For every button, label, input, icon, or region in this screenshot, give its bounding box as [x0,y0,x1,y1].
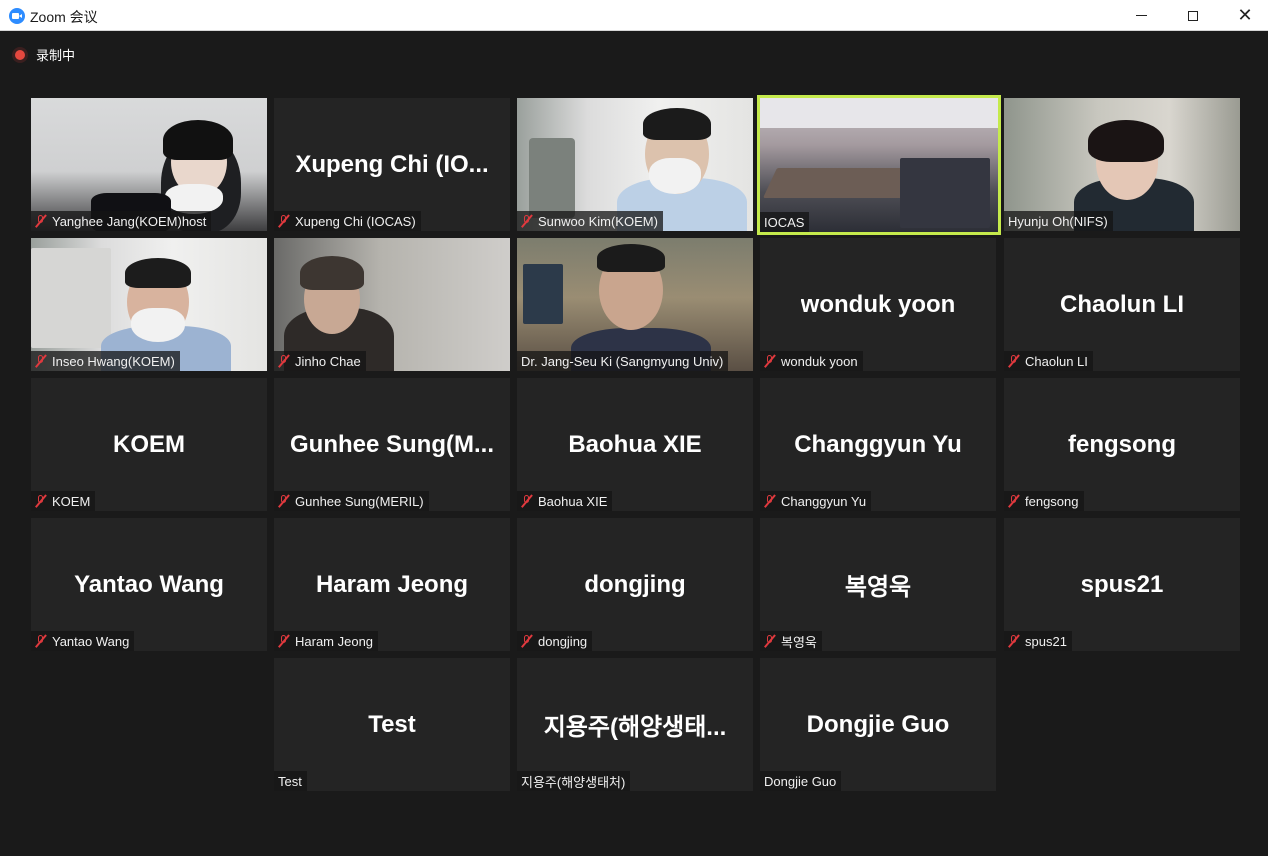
mic-muted-icon [278,494,290,508]
participant-name-label: Sunwoo Kim(KOEM) [517,211,663,231]
mic-muted-icon [35,354,47,368]
participant-tile[interactable]: Haram Jeong Haram Jeong [274,518,510,651]
participant-name: Xupeng Chi (IOCAS) [295,213,416,229]
participant-name: Yanghee Jang(KOEM)host [52,213,207,229]
window-title: Zoom 会议 [30,9,98,25]
participant-name-label: Dr. Jang-Seu Ki (Sangmyung Univ) [517,351,729,371]
participant-tile-active-speaker[interactable]: IOCAS [757,95,1001,235]
mic-muted-icon [1008,494,1020,508]
participant-name: spus21 [1025,633,1067,649]
mic-muted-icon [1008,354,1020,368]
mic-muted-icon [35,494,47,508]
recording-indicator[interactable]: 录制中 [12,45,75,64]
participant-name: dongjing [538,633,588,649]
participant-tile[interactable]: Hyunju Oh(NIFS) [1004,98,1240,231]
participant-tile[interactable]: Yanghee Jang(KOEM)host [31,98,267,231]
participant-name-label: Gunhee Sung(MERIL) [274,491,429,511]
participant-name-label: Changgyun Yu [760,491,872,511]
mic-muted-icon [35,634,47,648]
participant-name-label: wonduk yoon [760,351,863,371]
participant-name-label: Haram Jeong [274,631,379,651]
participant-tile[interactable]: Xupeng Chi (IO... Xupeng Chi (IOCAS) [274,98,510,231]
participant-name-label: dongjing [517,631,593,651]
participant-name: wonduk yoon [781,353,858,369]
participant-tile[interactable]: Test Test [274,658,510,791]
participant-name-label: Dongjie Guo [760,771,842,791]
mic-muted-icon [521,214,533,228]
participant-tile[interactable]: spus21 spus21 [1004,518,1240,651]
participant-name-label: IOCAS [760,212,810,232]
zoom-app-icon [9,8,25,24]
participant-tile[interactable]: 복영욱 복영욱 [760,518,996,651]
participant-name: Jinho Chae [295,353,361,369]
participant-display-name: Test [368,710,416,738]
mic-muted-icon [521,634,533,648]
participant-tile[interactable]: dongjing dongjing [517,518,753,651]
mic-muted-icon [521,494,533,508]
participant-name-label: Test [274,771,307,791]
participant-name: Yantao Wang [52,633,130,649]
participant-name: Dr. Jang-Seu Ki (Sangmyung Univ) [521,353,724,369]
participant-name: Gunhee Sung(MERIL) [295,493,424,509]
title-bar: Zoom 会议 ✕ [0,0,1268,31]
participant-name: Changgyun Yu [781,493,867,509]
participant-name: 지용주(해양생태처) [521,774,626,790]
mic-muted-icon [764,494,776,508]
participant-tile[interactable]: Inseo Hwang(KOEM) [31,238,267,371]
participant-tile[interactable]: 지용주(해양생태... 지용주(해양생태처) [517,658,753,791]
participant-tile[interactable]: Yantao Wang Yantao Wang [31,518,267,651]
mic-muted-icon [764,634,776,648]
participant-name-label: Chaolun LI [1004,351,1093,371]
close-icon: ✕ [1237,4,1253,26]
participant-tile[interactable]: Sunwoo Kim(KOEM) [517,98,753,231]
participant-name-label: Baohua XIE [517,491,613,511]
participant-tile[interactable]: KOEM KOEM [31,378,267,511]
participant-tile[interactable]: wonduk yoon wonduk yoon [760,238,996,371]
participant-name: Haram Jeong [295,633,374,649]
participant-name-label: Hyunju Oh(NIFS) [1004,211,1113,231]
participant-tile[interactable]: Chaolun LI Chaolun LI [1004,238,1240,371]
participant-name: Dongjie Guo [764,773,837,789]
minimize-button[interactable] [1118,0,1164,31]
participant-name-label: 복영욱 [760,631,822,651]
mic-muted-icon [764,354,776,368]
participant-tile[interactable]: Baohua XIE Baohua XIE [517,378,753,511]
participant-name-label: KOEM [31,491,96,511]
close-button[interactable]: ✕ [1222,0,1268,31]
participant-name-label: spus21 [1004,631,1072,651]
participant-tile[interactable]: Dongjie Guo Dongjie Guo [760,658,996,791]
participant-tile[interactable]: Dr. Jang-Seu Ki (Sangmyung Univ) [517,238,753,371]
participant-name: Test [278,773,302,789]
mic-muted-icon [1008,634,1020,648]
recording-icon [12,46,28,63]
participant-name-label: Jinho Chae [274,351,366,371]
participant-name: Hyunju Oh(NIFS) [1008,213,1108,229]
participant-tile[interactable]: Gunhee Sung(M... Gunhee Sung(MERIL) [274,378,510,511]
participant-tile[interactable]: fengsong fengsong [1004,378,1240,511]
participant-name: Chaolun LI [1025,353,1088,369]
minimize-icon [1135,15,1147,16]
participant-name: IOCAS [764,214,805,230]
participant-name-label: fengsong [1004,491,1084,511]
participant-name: 복영욱 [781,634,817,650]
mic-muted-icon [278,214,290,228]
participant-name-label: Inseo Hwang(KOEM) [31,351,180,371]
participant-tile[interactable]: Changgyun Yu Changgyun Yu [760,378,996,511]
participant-name-label: Yanghee Jang(KOEM)host [31,211,212,231]
participant-name-label: Xupeng Chi (IOCAS) [274,211,421,231]
maximize-icon [1188,10,1198,21]
maximize-button[interactable] [1170,0,1216,31]
participant-name: fengsong [1025,493,1079,509]
participant-name: KOEM [52,493,91,509]
participant-tile[interactable]: Jinho Chae [274,238,510,371]
participant-name: Baohua XIE [538,493,608,509]
participant-name: Sunwoo Kim(KOEM) [538,213,658,229]
mic-muted-icon [278,354,290,368]
participant-name-label: Yantao Wang [31,631,135,651]
mic-muted-icon [278,634,290,648]
participant-name: Inseo Hwang(KOEM) [52,353,175,369]
participant-name-label: 지용주(해양생태처) [517,771,631,791]
recording-label: 录制中 [36,48,76,63]
mic-muted-icon [35,214,47,228]
